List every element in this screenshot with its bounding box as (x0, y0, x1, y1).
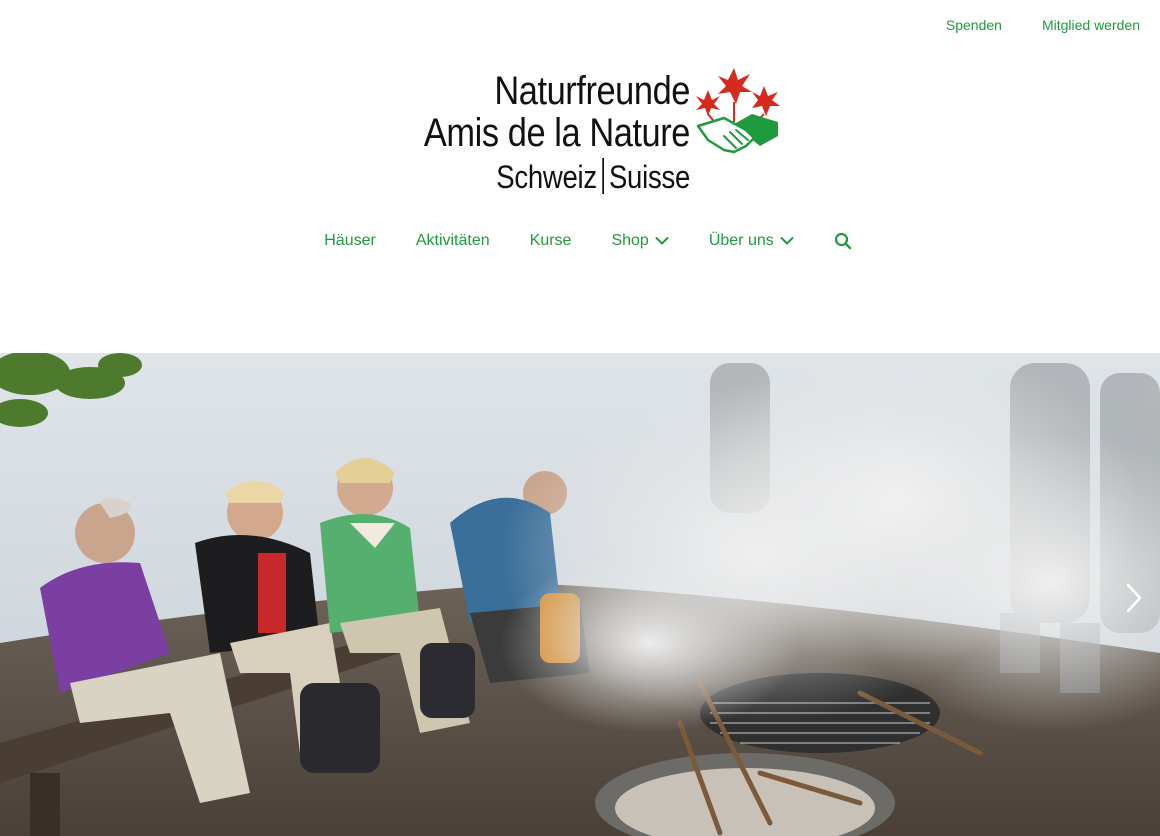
search-icon (834, 232, 851, 250)
nav-item-label: Häuser (324, 232, 376, 249)
donate-link[interactable]: Spenden (946, 16, 1002, 34)
top-links: Spenden Mitglied werden (946, 16, 1140, 34)
nav-item-label: Kurse (529, 232, 572, 249)
logo-separator (602, 158, 604, 194)
nav-item-kurse[interactable]: Kurse (530, 230, 572, 252)
nav-item-label: Shop (611, 232, 649, 249)
nav-item-haeuser[interactable]: Häuser (324, 230, 376, 252)
nav-item-label: Aktivitäten (415, 232, 490, 249)
logo-country-fr: Suisse (608, 159, 690, 195)
logo-country-de: Schweiz (496, 159, 597, 195)
logo-wordmark: Naturfreunde Amis de la Nature Schweiz Su… (378, 66, 691, 196)
handshake-flowers-icon (696, 68, 780, 154)
logo-line-1: Naturfreunde (494, 69, 690, 113)
chevron-down-icon (655, 237, 669, 245)
logo-line-3: Schweiz Suisse (422, 158, 690, 196)
become-member-link[interactable]: Mitglied werden (1042, 16, 1140, 34)
hero-image (0, 353, 1160, 836)
nav-item-ueber-uns[interactable]: Über uns (709, 230, 794, 252)
site-logo[interactable]: Naturfreunde Amis de la Nature Schweiz Su… (378, 66, 788, 206)
nav-item-shop[interactable]: Shop (611, 230, 669, 252)
hero-slider (0, 353, 1160, 836)
nav-item-aktivitaeten[interactable]: Aktivitäten (416, 230, 490, 252)
page: Spenden Mitglied werden Naturfreunde Ami… (0, 0, 1160, 836)
chevron-right-icon[interactable] (1122, 581, 1146, 615)
nav-item-label: Über uns (708, 232, 774, 249)
chevron-down-icon (780, 237, 794, 245)
search-button[interactable] (834, 230, 852, 252)
logo-line-2: Amis de la Nature (423, 111, 691, 155)
main-nav: Häuser Aktivitäten Kurse Shop Über uns (0, 230, 1160, 252)
